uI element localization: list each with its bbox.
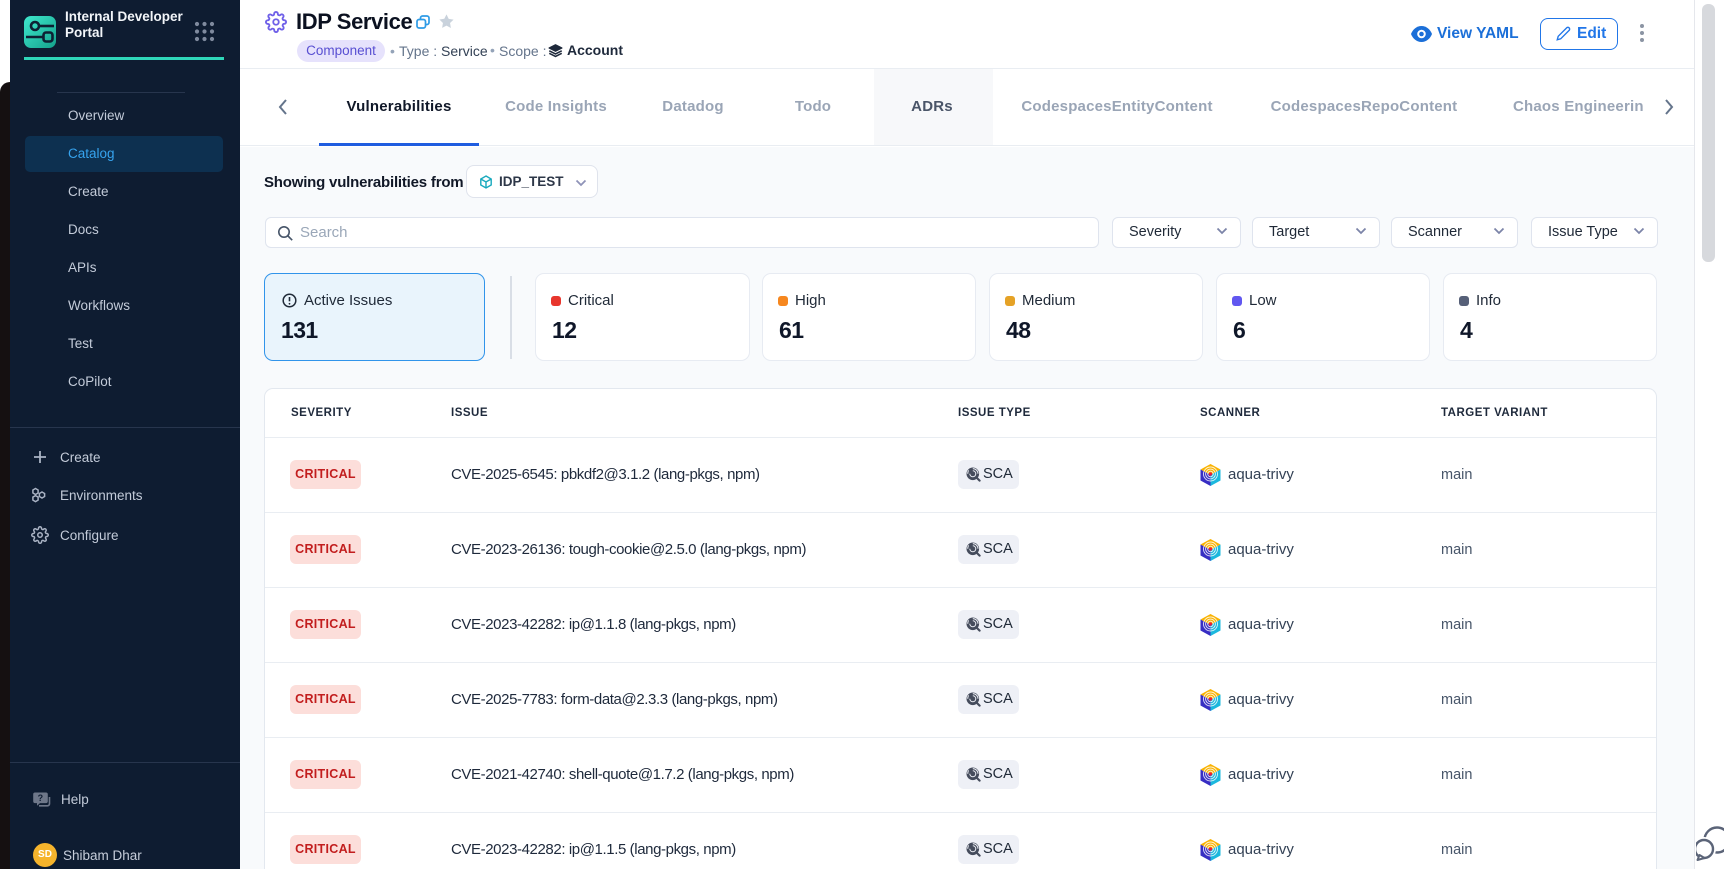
- svg-text:?: ?: [38, 793, 44, 803]
